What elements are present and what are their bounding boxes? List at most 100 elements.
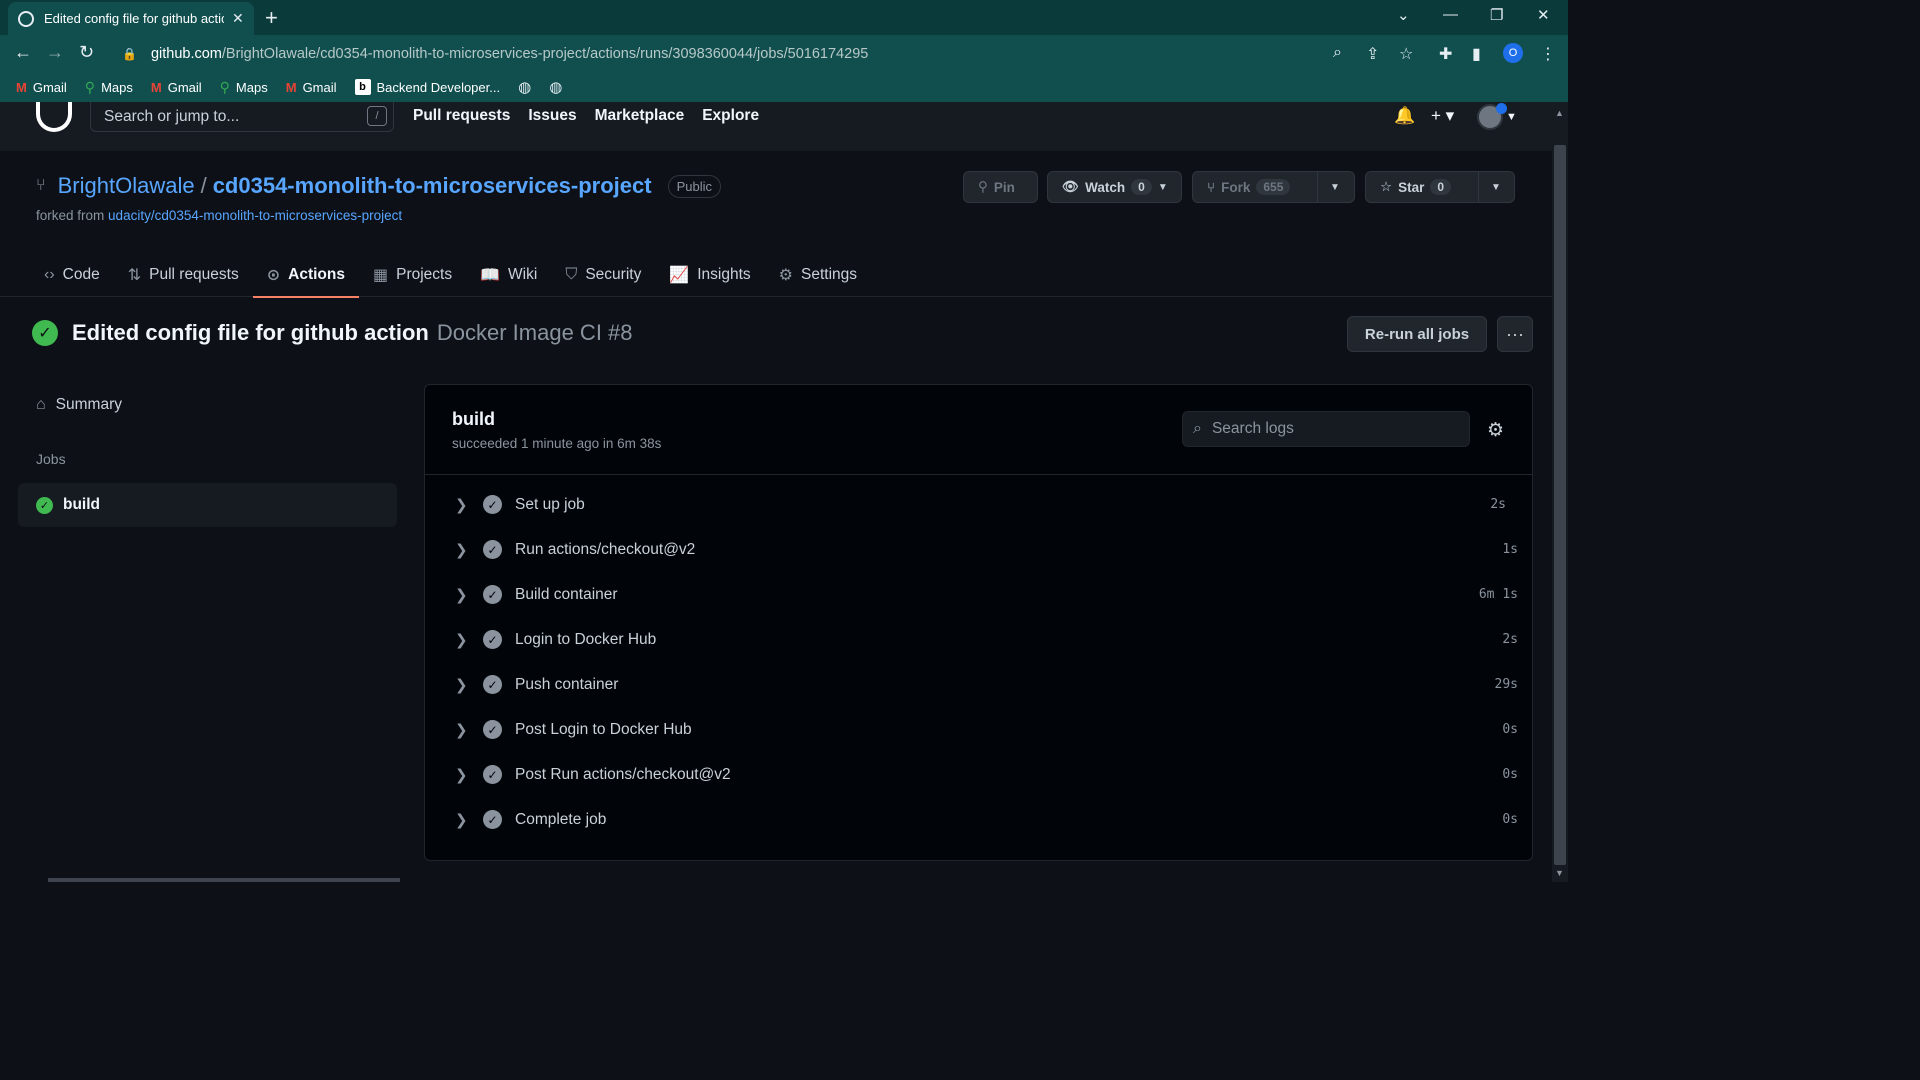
tab-label: Code <box>62 266 100 283</box>
tab-search-icon[interactable]: ⌄ <box>1397 6 1410 24</box>
close-tab-icon[interactable]: ✕ <box>232 10 244 27</box>
bookmark-maps[interactable]: ⚲ Maps <box>85 79 133 96</box>
gmail-icon: M <box>285 79 297 95</box>
notifications-bell-icon[interactable]: 🔔 <box>1394 106 1415 126</box>
tab-code[interactable]: ‹› Code <box>36 255 114 295</box>
bookmark-label: Gmail <box>302 79 337 95</box>
tab-pull-requests[interactable]: ⇅ Pull requests <box>114 255 253 295</box>
browser-tab[interactable]: Edited config file for github actio ✕ <box>8 2 254 35</box>
new-tab-icon[interactable]: + <box>265 5 278 31</box>
global-search-input[interactable]: Search or jump to... / <box>90 102 394 132</box>
step-row[interactable]: ❯ ✓ Post Login to Docker Hub 0s <box>425 707 1532 752</box>
extensions-icon[interactable]: ✚ <box>1439 44 1452 64</box>
scroll-down-arrow-icon[interactable]: ▼ <box>1555 868 1564 878</box>
close-window-icon[interactable]: ✕ <box>1537 6 1550 24</box>
bookmark-maps[interactable]: ⚲ Maps <box>220 79 268 96</box>
tab-insights[interactable]: 📈 Insights <box>655 255 764 295</box>
reload-icon[interactable]: ↻ <box>79 42 94 63</box>
star-button[interactable]: ☆ Star 0 ▼ <box>1365 171 1515 203</box>
chevron-down-icon[interactable]: ▼ <box>1491 182 1501 193</box>
step-duration: 2s <box>1502 632 1518 647</box>
zoom-icon[interactable]: ⌕ <box>1333 44 1342 62</box>
search-logs-input[interactable]: ⌕ Search logs <box>1182 411 1470 447</box>
repo-owner-link[interactable]: BrightOlawale <box>58 173 195 199</box>
chevron-right-icon[interactable]: ❯ <box>455 766 468 784</box>
bookmark-backend-developer[interactable]: b Backend Developer... <box>354 79 501 95</box>
restore-icon[interactable]: ❐ <box>1490 6 1503 24</box>
step-row[interactable]: ❯ ✓ Build container 6m 1s <box>425 572 1532 617</box>
chevron-down-icon[interactable]: ▼ <box>1330 182 1340 193</box>
chevron-right-icon[interactable]: ❯ <box>455 541 468 559</box>
step-row[interactable]: ❯ ✓ Post Run actions/checkout@v2 0s <box>425 752 1532 797</box>
address-bar[interactable]: 🔒 github.com/BrightOlawale/cd0354-monoli… <box>110 39 1310 68</box>
step-row[interactable]: ❯ ✓ Complete job 0s <box>425 797 1532 842</box>
chevron-right-icon[interactable]: ❯ <box>455 676 468 694</box>
repo-header: ⑂ BrightOlawale / cd0354-monolith-to-mic… <box>0 151 1552 298</box>
step-row[interactable]: ❯ ✓ Set up job 2s <box>425 482 1532 527</box>
side-panel-icon[interactable]: ▮ <box>1472 44 1481 64</box>
repo-nav-tabs: ‹› Code ⇅ Pull requests ⊙ Actions ▦ Projects… <box>36 255 871 298</box>
nav-marketplace[interactable]: Marketplace <box>595 107 685 125</box>
scroll-up-arrow-icon[interactable]: ▲ <box>1555 108 1564 118</box>
bookmark-label: Gmail <box>167 79 202 95</box>
more-options-button[interactable]: ··· <box>1497 316 1533 352</box>
tab-actions[interactable]: ⊙ Actions <box>252 255 360 298</box>
tab-projects[interactable]: ▦ Projects <box>359 255 466 295</box>
book-icon: 📖 <box>480 267 501 284</box>
job-steps: ❯ ✓ Set up job 2s ❯ ✓ Run actions/checkout@v2… <box>425 482 1532 842</box>
tab-wiki[interactable]: 📖 Wiki <box>466 255 551 295</box>
nav-pull-requests[interactable]: Pull requests <box>413 107 510 125</box>
profile-avatar[interactable]: O <box>1503 43 1523 63</box>
forked-from-link[interactable]: udacity/cd0354-monolith-to-microservices… <box>108 208 402 223</box>
chevron-right-icon[interactable]: ❯ <box>455 811 468 829</box>
bookmark-gmail[interactable]: M Gmail <box>286 80 337 95</box>
browser-menu-icon[interactable]: ⋮ <box>1540 44 1556 64</box>
chevron-right-icon[interactable]: ❯ <box>455 721 468 739</box>
summary-link[interactable]: ⌂ Summary <box>36 396 122 414</box>
fork-button[interactable]: ⑂ Fork 655 ▼ <box>1192 171 1355 203</box>
step-row[interactable]: ❯ ✓ Run actions/checkout@v2 1s <box>425 527 1532 572</box>
github-logo-icon[interactable] <box>36 102 72 132</box>
browser-toolbar: ← → ↻ 🔒 github.com/BrightOlawale/cd0354-… <box>0 35 1568 72</box>
step-label: Post Run actions/checkout@v2 <box>515 765 731 783</box>
success-check-icon: ✓ <box>32 320 58 346</box>
create-new-icon[interactable]: + ▾ <box>1431 106 1454 126</box>
forward-icon[interactable]: → <box>46 42 64 63</box>
pin-button[interactable]: ⚲ Pin <box>963 171 1038 203</box>
minimize-icon[interactable]: — <box>1443 6 1458 23</box>
tab-settings[interactable]: ⚙ Settings <box>765 255 871 295</box>
tab-security[interactable]: ⛉ Security <box>551 255 655 295</box>
step-row[interactable]: ❯ ✓ Push container 29s <box>425 662 1532 707</box>
bookmark-gmail[interactable]: M Gmail <box>151 80 202 95</box>
watch-button[interactable]: 👁 Watch 0 ▼ <box>1047 171 1182 203</box>
github-header: Search or jump to... / Pull requests Iss… <box>0 102 1552 151</box>
rerun-all-jobs-button[interactable]: Re-run all jobs <box>1347 316 1487 352</box>
nav-explore[interactable]: Explore <box>702 107 759 125</box>
repo-name-link[interactable]: cd0354-monolith-to-microservices-project <box>213 173 652 199</box>
bookmark-star-icon[interactable]: ☆ <box>1399 44 1413 64</box>
step-check-icon: ✓ <box>483 810 502 829</box>
browser-tab-strip: Edited config file for github actio ✕ + … <box>0 0 1568 35</box>
step-row[interactable]: ❯ ✓ Login to Docker Hub 2s <box>425 617 1532 662</box>
back-icon[interactable]: ← <box>14 42 32 63</box>
play-icon: ⊙ <box>266 267 281 284</box>
bookmark-gmail[interactable]: M Gmail <box>16 80 67 95</box>
workflow-name: Docker Image CI #8 <box>436 320 633 345</box>
star-icon: ☆ <box>1380 179 1393 194</box>
share-icon[interactable]: ⇪ <box>1366 44 1379 64</box>
horizontal-scrollbar[interactable] <box>48 878 400 882</box>
sidebar-job-build[interactable]: ✓ build <box>18 483 397 527</box>
bookmark-label: Backend Developer... <box>376 79 501 95</box>
nav-issues[interactable]: Issues <box>528 107 576 125</box>
scrollbar-thumb[interactable] <box>1554 145 1566 865</box>
chevron-right-icon[interactable]: ❯ <box>455 496 468 514</box>
chevron-down-icon[interactable]: ▼ <box>1506 111 1517 123</box>
chevron-right-icon[interactable]: ❯ <box>455 631 468 649</box>
tab-label: Security <box>585 266 642 283</box>
job-log-header: build succeeded 1 minute ago in 6m 38s ⌕… <box>425 385 1532 475</box>
gear-icon[interactable]: ⚙ <box>1487 419 1504 442</box>
bookmark-globe[interactable]: ◍ <box>549 78 562 96</box>
step-duration: 1s <box>1502 542 1518 557</box>
bookmark-globe[interactable]: ◍ <box>518 78 531 96</box>
chevron-right-icon[interactable]: ❯ <box>455 586 468 604</box>
